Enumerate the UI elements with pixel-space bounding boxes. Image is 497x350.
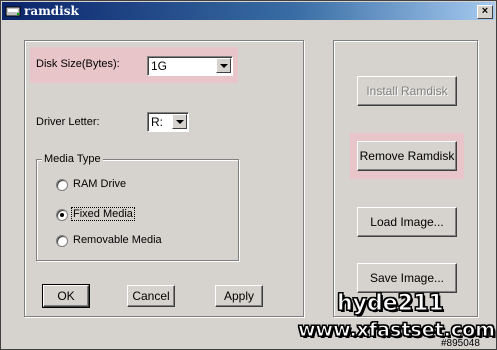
chevron-down-icon[interactable]	[172, 114, 187, 129]
disk-size-label: Disk Size(Bytes):	[36, 58, 120, 70]
load-image-button[interactable]: Load Image...	[357, 207, 457, 237]
ok-button[interactable]: OK	[42, 284, 90, 308]
apply-button[interactable]: Apply	[215, 285, 263, 307]
close-icon: ×	[481, 5, 489, 17]
window-title: ramdisk	[24, 4, 79, 18]
disk-size-select[interactable]: 1G	[147, 56, 233, 76]
chevron-down-icon[interactable]	[216, 58, 231, 73]
driver-letter-value: R:	[151, 115, 163, 129]
radio-label: Fixed Media	[71, 207, 135, 221]
watermark-name: hyde211	[337, 291, 445, 317]
remove-ramdisk-button[interactable]: Remove Ramdisk	[357, 141, 457, 171]
app-icon	[5, 6, 21, 17]
close-button[interactable]: ×	[477, 5, 493, 19]
driver-letter-label: Driver Letter:	[36, 116, 100, 128]
title-bar[interactable]: ramdisk ×	[2, 2, 495, 20]
save-image-button[interactable]: Save Image...	[357, 263, 457, 293]
disk-size-value: 1G	[151, 59, 168, 73]
radio-label: RAM Drive	[73, 178, 127, 190]
install-ramdisk-button[interactable]: Install Ramdisk	[357, 76, 457, 106]
radio-button[interactable]	[56, 209, 68, 221]
cancel-button[interactable]: Cancel	[127, 285, 175, 307]
watermark-id: #895048	[441, 338, 480, 349]
radio-button[interactable]	[56, 235, 68, 247]
radio-label: Removable Media	[73, 234, 162, 246]
radio-button[interactable]	[56, 179, 68, 191]
driver-letter-select[interactable]: R:	[147, 112, 189, 132]
media-type-title: Media Type	[42, 153, 103, 165]
ramdisk-window: ramdisk × Disk Size(Bytes): 1G Driver Le…	[0, 0, 497, 350]
